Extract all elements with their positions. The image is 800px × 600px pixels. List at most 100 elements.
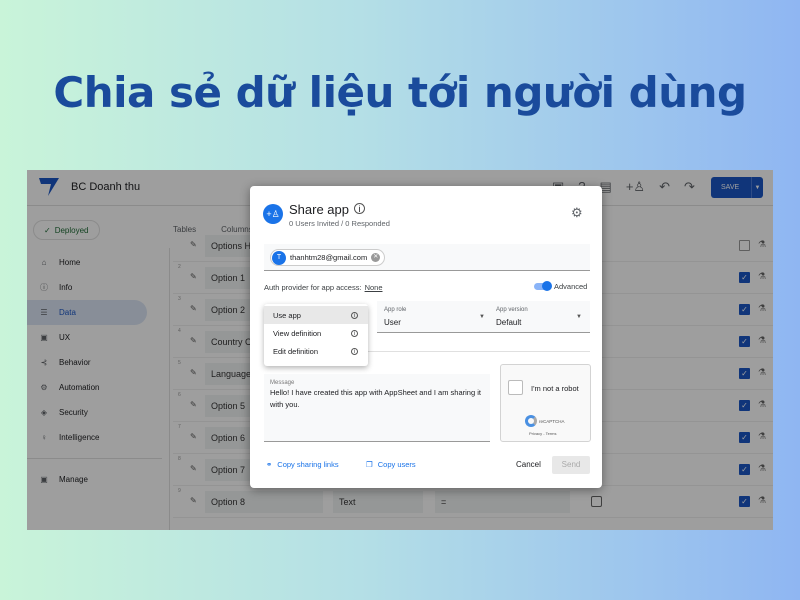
info-icon[interactable]: i xyxy=(351,347,358,355)
sidebar-item-behavior[interactable]: ⊰ Behavior xyxy=(27,350,167,375)
flask-icon[interactable]: ⚗ xyxy=(758,303,766,314)
gear-icon[interactable]: ⚙ xyxy=(571,205,583,221)
appsheet-logo-icon xyxy=(39,178,59,196)
row-number: 2 xyxy=(178,264,181,270)
dropdown-arrow-icon: ▼ xyxy=(479,314,485,320)
sidebar-item-intelligence[interactable]: ♀ Intelligence xyxy=(27,425,167,450)
copy-users-button[interactable]: ❐ Copy users xyxy=(366,460,416,469)
undo-icon[interactable]: ↶ xyxy=(659,179,670,195)
sidebar-item-ux[interactable]: ▣ UX xyxy=(27,325,167,350)
table-row[interactable]: 9 ✎ Option 8 Text = ✓ ⚗ xyxy=(173,486,773,518)
copy-icon: ❐ xyxy=(366,460,373,469)
app-role-select[interactable]: App role User ▼ xyxy=(377,301,493,333)
info-icon[interactable]: i xyxy=(351,329,358,337)
recaptcha: I'm not a robot reCAPTCHA Privacy - Term… xyxy=(500,364,591,442)
menu-item-use-app[interactable]: Use app i xyxy=(264,306,368,324)
edit-icon[interactable]: ✎ xyxy=(190,464,197,473)
check-circle-icon: ✓ xyxy=(44,225,51,235)
chip-email: thanhtm28@gmail.com xyxy=(290,253,368,262)
close-icon[interactable]: ✕ xyxy=(371,253,381,262)
chevron-down-icon[interactable]: ▼ xyxy=(751,177,763,198)
edit-icon[interactable]: ✎ xyxy=(190,272,197,281)
email-input[interactable]: Tthanhtm28@gmail.com ✕ xyxy=(264,244,590,271)
row-number: 4 xyxy=(178,328,181,334)
add-person-icon[interactable]: +♙ xyxy=(626,179,645,195)
auth-value-link[interactable]: None xyxy=(365,283,383,292)
divider xyxy=(169,248,170,530)
add-person-icon: +♙ xyxy=(263,204,283,224)
cancel-button[interactable]: Cancel xyxy=(514,456,543,473)
flask-icon[interactable]: ⚗ xyxy=(758,239,766,250)
headline: Chia sẻ dữ liệu tới người dùng xyxy=(53,68,747,117)
sidebar-item-manage[interactable]: ▣ Manage xyxy=(27,467,167,492)
sidebar-item-info[interactable]: ⓘ Info xyxy=(27,275,167,300)
checkbox[interactable]: ✓ xyxy=(739,272,750,283)
column-name[interactable]: Option 8 xyxy=(205,491,323,513)
row-number: 3 xyxy=(178,296,181,302)
info-icon: ⓘ xyxy=(40,283,48,292)
column-type[interactable]: Text xyxy=(333,491,423,513)
captcha-label: I'm not a robot xyxy=(531,384,579,393)
sidebar-item-automation[interactable]: ⚙ Automation xyxy=(27,375,167,400)
home-icon: ⌂ xyxy=(41,258,47,267)
dialog-title: Share app i xyxy=(289,202,365,217)
menu-item-edit-definition[interactable]: Edit definition i xyxy=(264,342,368,360)
edit-icon[interactable]: ✎ xyxy=(190,496,197,505)
send-button[interactable]: Send xyxy=(552,456,590,474)
select-value: User xyxy=(384,318,401,327)
checkbox[interactable] xyxy=(591,496,602,507)
advanced-toggle[interactable] xyxy=(534,281,552,291)
nav-label: Intelligence xyxy=(59,433,100,442)
checkbox[interactable]: ✓ xyxy=(739,336,750,347)
app-version-select[interactable]: App version Default ▼ xyxy=(489,301,590,333)
flask-icon[interactable]: ⚗ xyxy=(758,367,766,378)
recaptcha-logo-icon xyxy=(525,415,537,427)
captcha-links[interactable]: Privacy - Terms xyxy=(529,431,556,436)
edit-icon[interactable]: ✎ xyxy=(190,304,197,313)
nav-label: Manage xyxy=(59,475,88,484)
app-name: BC Doanh thu xyxy=(71,181,141,193)
sidebar-item-home[interactable]: ⌂ Home xyxy=(27,250,167,275)
email-chip[interactable]: Tthanhtm28@gmail.com ✕ xyxy=(270,249,386,266)
checkbox[interactable]: ✓ xyxy=(739,464,750,475)
flask-icon[interactable]: ⚗ xyxy=(758,463,766,474)
manage-icon: ▣ xyxy=(40,475,48,484)
checkbox[interactable]: ✓ xyxy=(739,368,750,379)
menu-item-view-definition[interactable]: View definition i xyxy=(264,324,368,342)
edit-icon[interactable]: ✎ xyxy=(190,240,197,249)
column-formula[interactable]: = xyxy=(435,491,570,513)
save-button[interactable]: SAVE ▼ xyxy=(711,177,763,198)
checkbox[interactable]: ✓ xyxy=(739,304,750,315)
edit-icon[interactable]: ✎ xyxy=(190,432,197,441)
nav-label: Data xyxy=(59,308,76,317)
flask-icon[interactable]: ⚗ xyxy=(758,335,766,346)
nav-label: Info xyxy=(59,283,73,292)
flask-icon[interactable]: ⚗ xyxy=(758,495,766,506)
sidebar: ⌂ Home ⓘ Info ☰ Data ▣ UX ⊰ Behavior ⚙ Automat… xyxy=(27,250,167,492)
flask-icon[interactable]: ⚗ xyxy=(758,271,766,282)
edit-icon[interactable]: ✎ xyxy=(190,400,197,409)
checkbox[interactable]: ✓ xyxy=(739,496,750,507)
row-number: 7 xyxy=(178,424,181,430)
edit-icon[interactable]: ✎ xyxy=(190,336,197,345)
nav-label: Security xyxy=(59,408,88,417)
auth-label: Auth provider for app access: xyxy=(264,283,362,292)
captcha-checkbox[interactable] xyxy=(508,380,523,395)
copy-sharing-links-button[interactable]: ⚭ Copy sharing links xyxy=(266,460,339,469)
info-icon[interactable]: i xyxy=(354,203,365,214)
flask-icon[interactable]: ⚗ xyxy=(758,431,766,442)
checkbox[interactable]: ✓ xyxy=(739,432,750,443)
redo-icon[interactable]: ↷ xyxy=(684,179,695,195)
checkbox[interactable]: ✓ xyxy=(739,400,750,411)
info-icon[interactable]: i xyxy=(351,311,358,319)
edit-icon[interactable]: ✎ xyxy=(190,368,197,377)
sidebar-item-data[interactable]: ☰ Data xyxy=(27,300,147,325)
checkbox[interactable] xyxy=(739,240,750,251)
message-field[interactable]: Message Hello! I have created this app wi… xyxy=(264,374,490,442)
message-value[interactable]: Hello! I have created this app with AppS… xyxy=(270,387,484,411)
menu-label: Use app xyxy=(273,310,301,320)
flask-icon[interactable]: ⚗ xyxy=(758,399,766,410)
deployed-badge[interactable]: ✓ Deployed xyxy=(33,220,100,240)
access-menu: Use app i View definition i Edit definitio… xyxy=(264,304,368,366)
sidebar-item-security[interactable]: ◈ Security xyxy=(27,400,167,425)
